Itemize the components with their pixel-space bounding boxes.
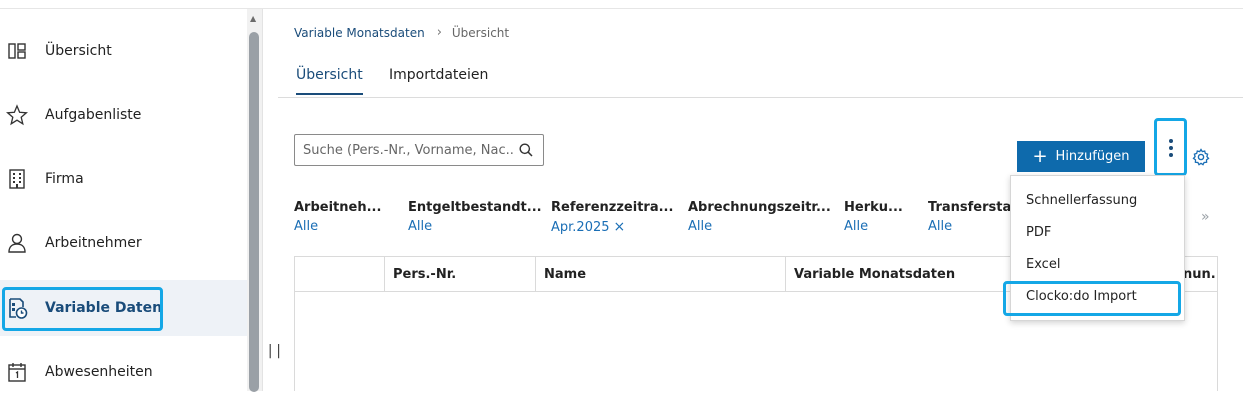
panel-divider <box>262 9 263 391</box>
breadcrumb-link[interactable]: Variable Monatsdaten <box>294 26 425 40</box>
kebab-icon <box>1168 138 1173 157</box>
menu-item-schnellerfassung[interactable]: Schnellerfassung <box>1011 184 1184 216</box>
sidebar-item-label: Arbeitnehmer <box>45 235 142 251</box>
menu-item-pdf[interactable]: PDF <box>1011 216 1184 248</box>
filter-transferstatus[interactable]: Transferstat... Alle <box>928 200 1033 234</box>
person-icon <box>8 233 26 253</box>
search-input[interactable] <box>296 136 516 164</box>
filter-entgeltbestandteil[interactable]: Entgeltbestandt... Alle <box>408 200 542 234</box>
sidebar-item-abwesenheiten[interactable]: Abwesenheiten <box>0 344 247 400</box>
filter-value[interactable]: Alle <box>928 219 1023 234</box>
sidebar-item-label: Abwesenheiten <box>45 364 153 380</box>
scroll-up-icon[interactable]: ▲ <box>250 14 256 23</box>
sidebar: Übersicht Aufgabenliste Firma Arbeitnehm… <box>0 9 247 391</box>
tab-importdateien[interactable]: Importdateien <box>389 67 488 93</box>
sidebar-item-uebersicht[interactable]: Übersicht <box>0 23 247 79</box>
filter-title: Referenzzeitra... <box>551 200 674 215</box>
search-icon[interactable] <box>519 143 533 157</box>
filter-title: Abrechnungszeitr... <box>688 200 831 215</box>
column-header-truncated[interactable]: nun.. <box>1181 257 1217 292</box>
breadcrumb-current: Übersicht <box>451 25 510 40</box>
sidebar-item-label: Übersicht <box>45 43 112 59</box>
building-icon <box>9 169 25 189</box>
filter-value[interactable]: Alle <box>408 219 528 234</box>
sidebar-scrollbar-thumb[interactable] <box>249 32 259 392</box>
filter-referenzzeitraum[interactable]: Referenzzeitra... Apr.2025 × <box>551 200 674 235</box>
filter-title: Arbeitneh... <box>294 200 382 215</box>
plus-icon: + <box>1032 145 1048 167</box>
highlight-clockodo-import <box>1003 281 1181 316</box>
highlight-variable-daten <box>2 287 163 331</box>
filter-abrechnungszeitraum[interactable]: Abrechnungszeitr... Alle <box>688 200 831 234</box>
menu-item-excel[interactable]: Excel <box>1011 248 1184 280</box>
sidebar-item-label: Firma <box>45 171 84 187</box>
filter-title: Entgeltbestandt... <box>408 200 542 215</box>
add-button[interactable]: + Hinzufügen <box>1017 141 1145 172</box>
filter-value-wrap[interactable]: Apr.2025 × <box>551 219 671 235</box>
filter-value[interactable]: Alle <box>294 219 414 234</box>
sidebar-item-label: Aufgabenliste <box>45 107 142 123</box>
column-header-pers-nr[interactable]: Pers.-Nr. <box>385 257 536 292</box>
filter-value[interactable]: Alle <box>844 219 914 234</box>
filter-arbeitnehmer[interactable]: Arbeitneh... Alle <box>294 200 414 234</box>
filter-value: Apr.2025 <box>551 220 610 235</box>
resize-handle[interactable]: || <box>266 343 283 359</box>
tab-bar: Übersicht Importdateien <box>278 60 1243 98</box>
gear-icon[interactable] <box>1192 148 1210 166</box>
sidebar-item-arbeitnehmer[interactable]: Arbeitnehmer <box>0 215 247 271</box>
chevron-right-icon: › <box>436 25 442 40</box>
filter-value[interactable]: Alle <box>688 219 808 234</box>
sidebar-item-firma[interactable]: Firma <box>0 151 247 207</box>
column-header-name[interactable]: Name <box>536 257 786 292</box>
more-options-button[interactable] <box>1158 121 1183 174</box>
clear-icon[interactable]: × <box>614 219 626 235</box>
breadcrumb: Variable Monatsdaten › Übersicht <box>294 25 509 40</box>
filter-herkunft[interactable]: Herku... Alle <box>844 200 914 234</box>
double-chevron-right-icon[interactable]: » <box>1201 209 1210 225</box>
add-button-label: Hinzufügen <box>1055 149 1130 164</box>
sidebar-item-aufgabenliste[interactable]: Aufgabenliste <box>0 87 247 143</box>
layout-icon <box>8 43 26 59</box>
calendar-icon <box>8 363 26 382</box>
tab-uebersicht[interactable]: Übersicht <box>296 67 363 95</box>
column-header-select[interactable] <box>295 257 385 292</box>
filter-title: Herku... <box>844 200 903 215</box>
filter-title: Transferstat... <box>928 200 1033 215</box>
star-icon <box>6 104 28 126</box>
search-box <box>294 134 544 166</box>
